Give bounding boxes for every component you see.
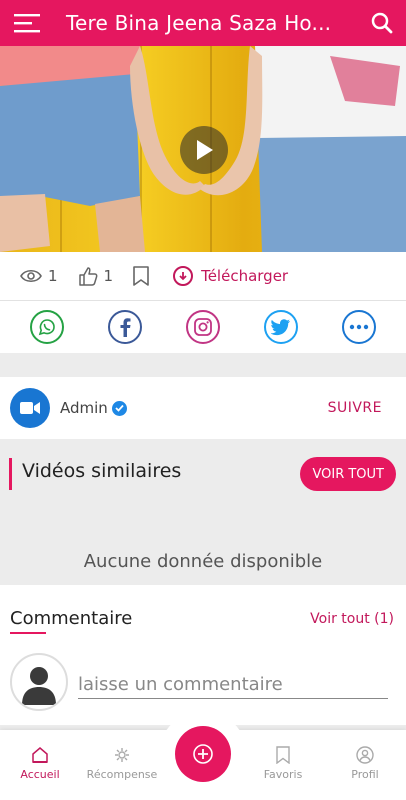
bookmark-icon [276, 746, 290, 764]
comments-title: Commentaire [10, 608, 133, 629]
video-stats-bar: 1 1 Télécharger [0, 252, 406, 300]
hamburger-menu-icon[interactable] [4, 0, 50, 46]
add-button[interactable] [175, 726, 231, 782]
nav-profile[interactable]: Profil [325, 746, 405, 781]
whatsapp-icon[interactable] [30, 310, 64, 344]
like-button[interactable]: 1 [78, 266, 113, 286]
play-icon[interactable] [180, 126, 228, 174]
add-icon [193, 744, 213, 764]
bookmark-icon [133, 266, 149, 286]
thumbs-up-icon [78, 267, 97, 286]
nav-home[interactable]: Accueil [0, 746, 80, 781]
video-player[interactable] [0, 46, 406, 252]
home-icon [32, 747, 48, 763]
download-icon [173, 266, 194, 286]
reward-icon [115, 748, 129, 762]
follow-button[interactable]: SUIVRE [328, 400, 382, 416]
facebook-icon[interactable] [108, 310, 142, 344]
search-icon[interactable] [362, 0, 402, 46]
instagram-icon[interactable] [186, 310, 220, 344]
see-all-similar-button[interactable]: VOIR TOUT [300, 457, 396, 491]
section-title: Vidéos similaires [22, 460, 182, 482]
channel-card: Admin SUIVRE [0, 377, 406, 439]
bookmark-button[interactable] [133, 266, 149, 286]
see-all-comments-link[interactable]: Voir tout (1) [310, 611, 394, 627]
app-header: Tere Bina Jeena Saza Ho... [0, 0, 406, 46]
comments-section: Commentaire Voir tout (1) [0, 585, 406, 725]
page-title: Tere Bina Jeena Saza Ho... [66, 11, 332, 35]
user-avatar-icon [10, 653, 68, 711]
section-accent [9, 458, 12, 490]
more-icon[interactable] [342, 310, 376, 344]
comment-input[interactable] [78, 671, 388, 699]
similar-videos-section: Vidéos similaires VOIR TOUT Aucune donné… [0, 448, 406, 582]
empty-state-text: Aucune donnée disponible [83, 551, 323, 572]
verified-badge-icon [111, 400, 127, 416]
title-underline [10, 632, 46, 634]
share-bar [0, 301, 406, 353]
twitter-icon[interactable] [264, 310, 298, 344]
channel-name[interactable]: Admin [60, 399, 127, 417]
nav-rewards[interactable]: Récompense [82, 746, 162, 781]
profile-icon [356, 746, 374, 764]
eye-icon [20, 269, 42, 283]
download-button[interactable]: Télécharger [173, 266, 288, 286]
views-count: 1 [20, 267, 58, 285]
nav-favorites[interactable]: Favoris [243, 746, 323, 781]
video-camera-icon[interactable] [10, 388, 50, 428]
